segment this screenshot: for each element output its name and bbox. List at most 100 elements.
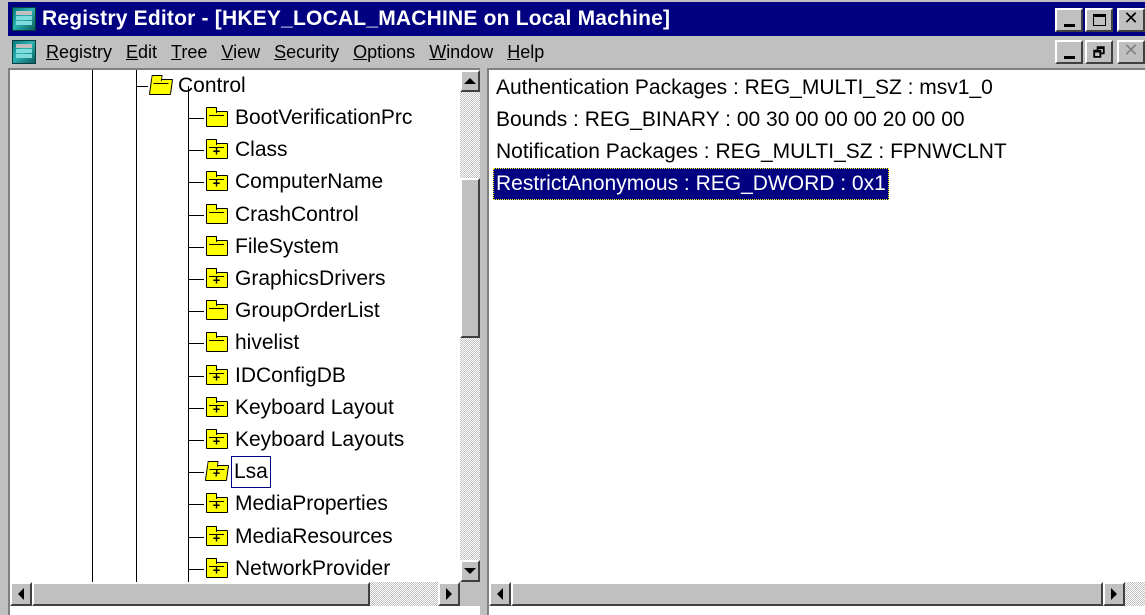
values-scroll-right-button[interactable] [1103, 582, 1125, 606]
document-registry-icon[interactable] [12, 40, 36, 64]
menu-window[interactable]: Window [429, 42, 493, 63]
arrow-up-icon [464, 78, 476, 84]
tree-node[interactable]: Lsa [231, 456, 271, 489]
tree-connector [188, 407, 204, 409]
key-tree[interactable]: Control BootVerificationPrc + Class + Comput… [10, 70, 460, 582]
values-horizontal-scrollbar[interactable] [489, 582, 1145, 606]
menu-bar: Registry Edit Tree View Security Options… [8, 36, 1145, 68]
folder-icon [205, 332, 228, 353]
close-button[interactable]: ✕ [1117, 8, 1145, 32]
tree-vertical-scrollbar[interactable] [460, 70, 480, 582]
document-restore-button[interactable]: 🗗 [1085, 40, 1113, 64]
tree-connector [188, 536, 204, 538]
arrow-down-icon [464, 568, 476, 574]
tree-node[interactable]: GraphicsDrivers [235, 264, 386, 294]
minimize-icon [1063, 23, 1075, 27]
expand-plus-icon[interactable]: + [212, 274, 221, 286]
scrollbar-corner [460, 582, 480, 606]
expand-plus-icon[interactable]: + [212, 532, 221, 544]
tree-node[interactable]: Keyboard Layout [235, 393, 394, 423]
folder-icon: + [205, 525, 228, 546]
expand-plus-icon[interactable]: + [212, 564, 221, 576]
value-entry-selected[interactable]: RestrictAnonymous : REG_DWORD : 0x1 [493, 168, 889, 200]
key-tree-pane[interactable]: Control BootVerificationPrc + Class + Comput… [8, 68, 480, 615]
folder-icon [205, 107, 228, 127]
tree-node[interactable]: Keyboard Layouts [235, 425, 404, 455]
tree-connector [136, 86, 148, 87]
tree-node[interactable]: FileSystem [235, 232, 339, 262]
values-horizontal-scroll-thumb[interactable] [511, 582, 1103, 606]
close-icon: ✕ [1123, 8, 1139, 29]
expand-plus-icon[interactable]: + [212, 145, 221, 157]
maximize-button[interactable] [1085, 8, 1113, 32]
menu-help[interactable]: Help [507, 42, 544, 63]
tree-connector [188, 246, 204, 248]
tree-node[interactable]: hivelist [235, 328, 299, 358]
document-minimize-button[interactable] [1055, 40, 1083, 64]
expand-plus-icon[interactable]: + [212, 403, 221, 415]
value-entry[interactable]: Notification Packages : REG_MULTI_SZ : F… [493, 136, 1010, 168]
value-entry-text[interactable]: Bounds : REG_BINARY : 00 30 00 00 00 20 … [493, 104, 968, 136]
restore-icon: 🗗 [1092, 44, 1106, 60]
expand-plus-icon[interactable]: + [212, 499, 221, 511]
value-entry[interactable]: Authentication Packages : REG_MULTI_SZ :… [493, 72, 1010, 104]
arrow-left-icon [18, 588, 24, 600]
values-list[interactable]: Authentication Packages : REG_MULTI_SZ :… [493, 72, 1010, 200]
value-entry-text[interactable]: Authentication Packages : REG_MULTI_SZ :… [493, 72, 996, 104]
value-entry[interactable]: Bounds : REG_BINARY : 00 30 00 00 00 20 … [493, 104, 1010, 136]
tree-node[interactable]: ComputerName [235, 167, 383, 197]
folder-icon: + [205, 364, 228, 385]
folder-icon: + [205, 268, 228, 288]
tree-connector [188, 214, 204, 216]
tree-node[interactable]: CrashControl [235, 200, 359, 230]
tree-horizontal-scrollbar[interactable] [10, 582, 460, 606]
minimize-icon [1063, 55, 1075, 59]
minimize-button[interactable] [1055, 8, 1083, 32]
tree-connector [188, 504, 204, 506]
menu-edit[interactable]: Edit [126, 42, 157, 63]
maximize-icon [1092, 14, 1106, 26]
menu-registry[interactable]: Registry [46, 42, 112, 63]
open-folder-icon: + [204, 465, 230, 482]
title-bar[interactable]: Registry Editor - [HKEY_LOCAL_MACHINE on… [8, 2, 1145, 36]
tree-node-control[interactable]: Control [178, 71, 246, 101]
tree-connector [188, 343, 204, 345]
scroll-left-button[interactable] [10, 582, 32, 606]
values-scroll-left-button[interactable] [489, 582, 511, 606]
tree-node[interactable]: NetworkProvider [235, 554, 390, 582]
tree-node[interactable]: BootVerificationPrc [235, 103, 412, 133]
folder-icon: + [205, 557, 228, 578]
tree-node[interactable]: MediaResources [235, 522, 393, 552]
expand-plus-icon[interactable]: + [212, 435, 221, 447]
scroll-down-button[interactable] [460, 560, 480, 582]
expand-plus-icon[interactable]: + [212, 371, 221, 383]
menu-security[interactable]: Security [274, 42, 339, 63]
scroll-up-button[interactable] [460, 70, 480, 92]
values-pane[interactable]: Authentication Packages : REG_MULTI_SZ :… [487, 68, 1145, 615]
tree-connector [188, 279, 204, 280]
tree-node[interactable]: MediaProperties [235, 489, 388, 519]
tree-node[interactable]: Class [235, 135, 288, 165]
scroll-right-button[interactable] [438, 582, 460, 606]
expand-plus-icon[interactable]: + [212, 177, 221, 189]
pane-splitter[interactable] [480, 68, 487, 615]
registry-icon[interactable] [12, 7, 36, 31]
tree-guide-line [136, 70, 137, 582]
folder-icon: + [205, 429, 228, 449]
vertical-scroll-thumb[interactable] [460, 178, 480, 338]
document-window-controls: 🗗 ✕ [1055, 40, 1145, 64]
close-icon: ✕ [1123, 40, 1139, 61]
value-entry[interactable]: RestrictAnonymous : REG_DWORD : 0x1 [493, 168, 1010, 200]
menu-view[interactable]: View [221, 42, 260, 63]
arrow-right-icon [446, 588, 452, 600]
arrow-left-icon [497, 588, 503, 600]
tree-node[interactable]: IDConfigDB [235, 361, 346, 391]
document-close-button[interactable]: ✕ [1117, 40, 1145, 64]
menu-options[interactable]: Options [353, 42, 415, 63]
menu-tree[interactable]: Tree [171, 42, 207, 63]
tree-node[interactable]: GroupOrderList [235, 296, 380, 326]
tree-connector [188, 472, 204, 474]
value-entry-text[interactable]: Notification Packages : REG_MULTI_SZ : F… [493, 136, 1010, 168]
expand-plus-icon[interactable]: + [211, 466, 221, 480]
horizontal-scroll-thumb[interactable] [32, 582, 370, 606]
